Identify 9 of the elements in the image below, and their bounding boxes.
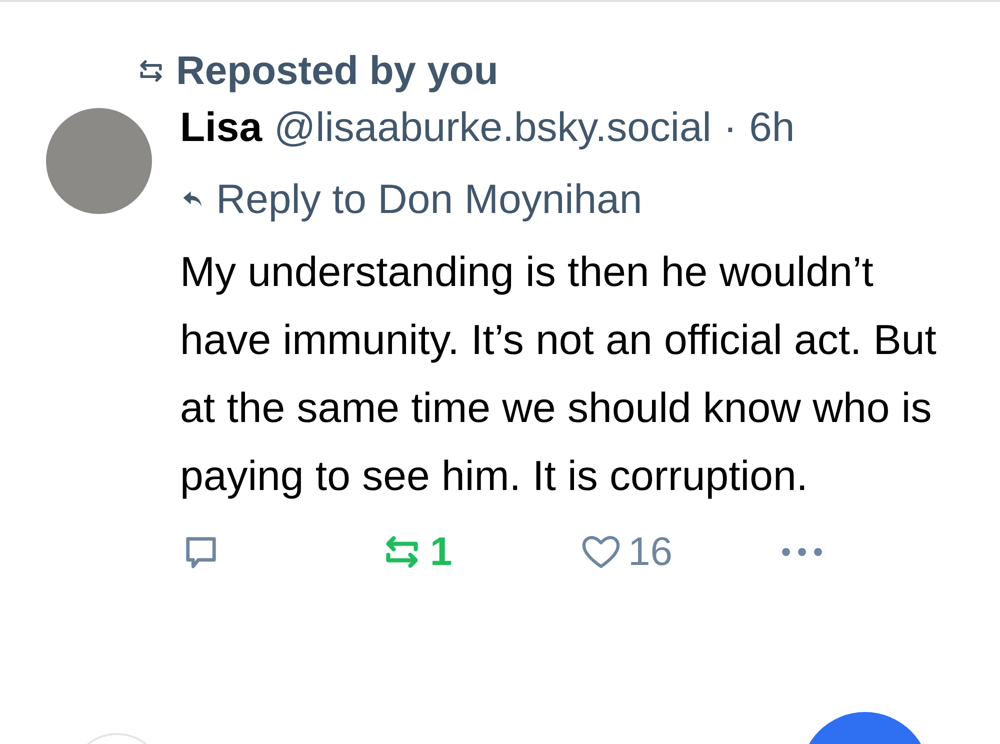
like-count: 16 [628,530,672,574]
reply-to-link[interactable]: Reply to Don Moynihan [216,176,642,222]
post-time[interactable]: 6h [749,104,795,151]
post-text: My understanding is then he wouldn’t have immunity. It’s not an official act. But at the same time we should know who is paying to see him. It is corruption. [180,247,938,501]
repost-label: Reposted by you [176,48,498,94]
author-name[interactable]: Lisa [180,104,262,151]
separator-dot: · [723,104,738,151]
repost-count: 1 [430,530,452,574]
author-handle[interactable]: @lisaaburke.bsky.social [274,104,712,151]
